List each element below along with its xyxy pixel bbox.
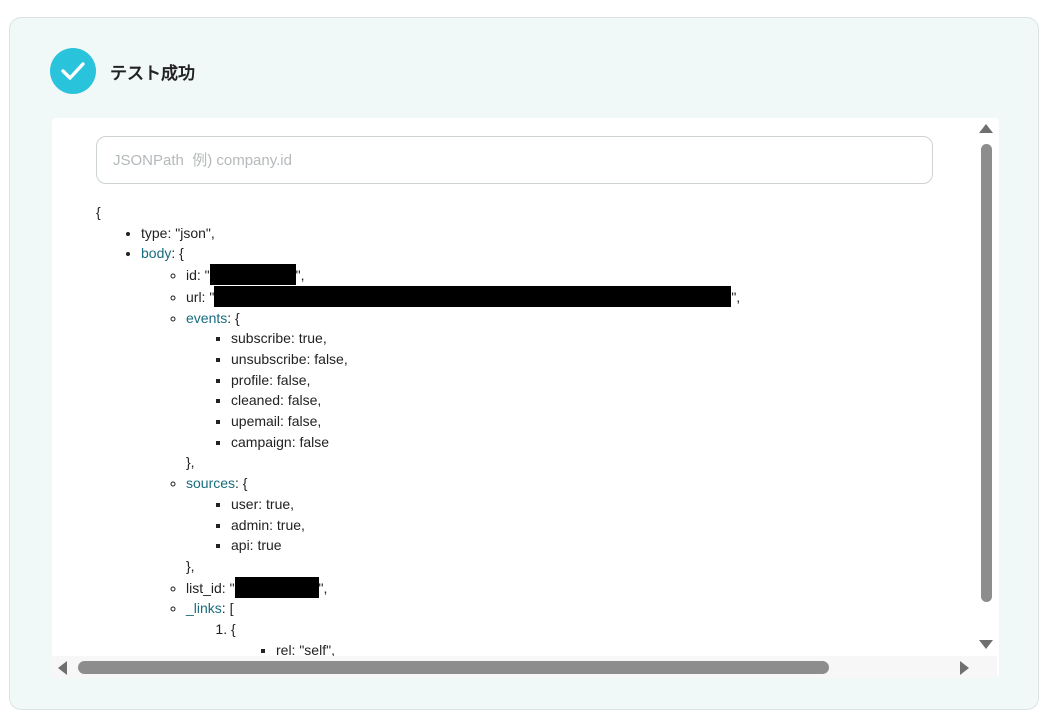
status-title: テスト成功	[110, 64, 195, 83]
list-item: profile: false,	[231, 370, 740, 391]
list-item: api: true	[231, 535, 740, 556]
sources-close: },	[186, 557, 195, 574]
vertical-scrollbar-thumb[interactable]	[981, 144, 992, 602]
id-prefix: id: "	[186, 267, 210, 284]
links-key[interactable]: _links	[186, 600, 222, 616]
list-item: admin: true,	[231, 515, 740, 536]
id-suffix: ",	[295, 267, 305, 284]
url-item: url: " ",	[186, 285, 741, 308]
body-key[interactable]: body	[141, 245, 171, 261]
url-prefix: url: "	[186, 288, 215, 305]
type-line: type: "json",	[141, 224, 215, 241]
sources-list: user: true, admin: true, api: true	[186, 494, 740, 556]
body-suffix: : {	[171, 245, 184, 262]
list-item: campaign: false	[231, 432, 740, 453]
scroll-left-arrow-icon[interactable]	[58, 661, 67, 675]
links-item-open: {	[231, 621, 236, 638]
events-close: },	[186, 454, 195, 471]
events-key[interactable]: events	[186, 310, 227, 326]
scroll-right-arrow-icon[interactable]	[960, 661, 969, 675]
sources-key[interactable]: sources	[186, 475, 235, 491]
check-circle-icon	[50, 48, 96, 94]
id-item: id: " ",	[186, 264, 740, 286]
body-item: body: { id: "", url: "", events: { subsc…	[141, 243, 740, 660]
links-item-1: { rel: "self",	[231, 619, 740, 660]
events-suffix: : {	[227, 309, 240, 326]
redacted-id	[209, 264, 296, 286]
body-list: id: "", url: "", events: { subscribe: tr…	[141, 264, 740, 660]
url-suffix: ",	[731, 288, 741, 305]
list-id-item: list_id: " ",	[186, 576, 740, 599]
horizontal-scrollbar-thumb[interactable]	[78, 661, 829, 674]
type-item: type: "json",	[141, 223, 740, 244]
events-list: subscribe: true, unsubscribe: false, pro…	[186, 328, 740, 452]
root-list: type: "json", body: { id: "", url: "", e…	[96, 223, 740, 661]
open-brace: {	[96, 204, 101, 220]
links-list: { rel: "self",	[186, 619, 740, 660]
redacted-url	[214, 285, 732, 307]
list-id-prefix: list_id: "	[186, 579, 235, 596]
list-item: subscribe: true,	[231, 328, 740, 349]
list-item: cleaned: false,	[231, 390, 740, 411]
list-item: unsubscribe: false,	[231, 349, 740, 370]
list-id-suffix: ",	[318, 579, 328, 596]
json-tree: { type: "json", body: { id: "", url: "",…	[96, 202, 740, 660]
sources-suffix: : {	[235, 475, 248, 492]
jsonpath-search-input[interactable]	[96, 136, 933, 184]
list-item: user: true,	[231, 494, 740, 515]
scroll-up-arrow-icon[interactable]	[979, 124, 993, 133]
json-output-panel: { type: "json", body: { id: "", url: "",…	[52, 118, 999, 678]
scroll-down-arrow-icon[interactable]	[979, 640, 993, 649]
events-item: events: { subscribe: true, unsubscribe: …	[186, 308, 740, 474]
test-result-card: テスト成功 { type: "json", body: { id: "", ur…	[9, 17, 1039, 710]
links-item: _links: [ { rel: "self",	[186, 598, 740, 660]
list-item: upemail: false,	[231, 411, 740, 432]
sources-item: sources: { user: true, admin: true, api:…	[186, 473, 740, 577]
redacted-list-id	[234, 576, 319, 598]
links-suffix: : [	[221, 600, 234, 617]
